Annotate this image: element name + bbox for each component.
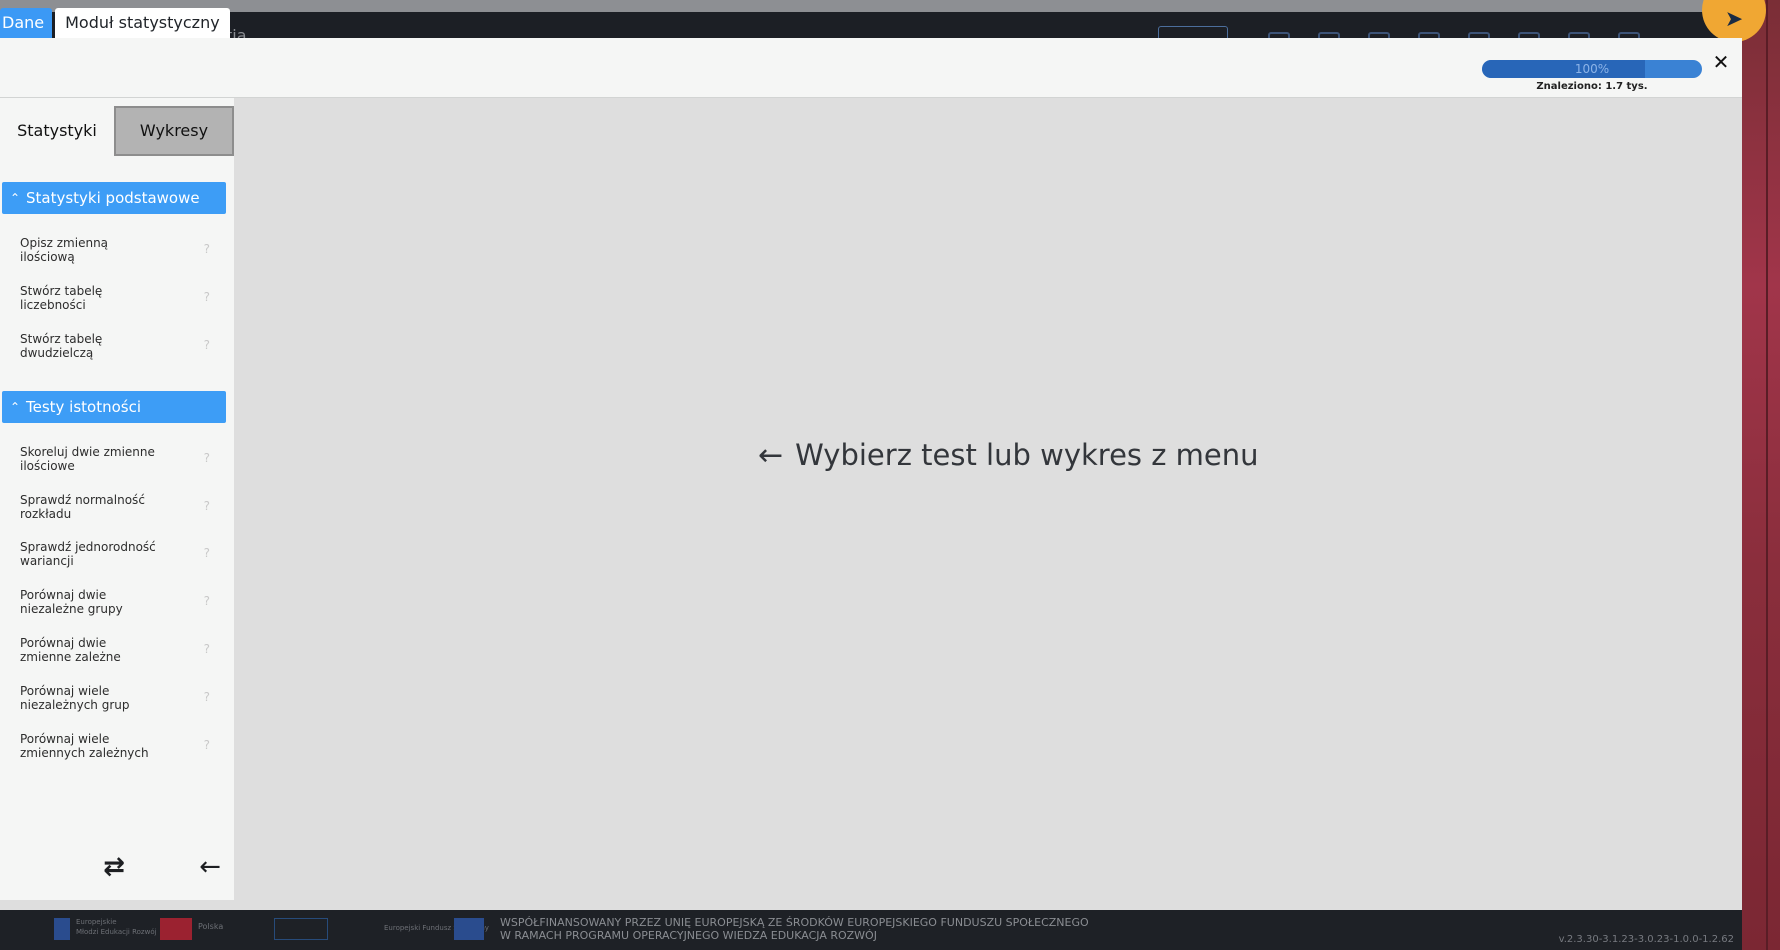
sidebar: Statystyki Wykresy ⌃ Statystyki podstawo…	[0, 98, 234, 900]
tab-statistics[interactable]: Statystyki	[0, 106, 114, 156]
chevron-up-icon: ⌃	[10, 400, 21, 414]
menu-item-many-independent-groups[interactable]: Porównaj wiele niezależnych grup ?	[20, 684, 220, 724]
section-basic-statistics[interactable]: ⌃ Statystyki podstawowe	[2, 182, 226, 214]
menu-item-label: Stwórz tabelę dwudzielczą	[20, 332, 103, 360]
main-content-area: ← Wybierz test lub wykres z menu	[234, 98, 1742, 900]
menu-item-label: Porównaj dwie niezależne grupy	[20, 588, 123, 616]
modal-header: 100% Znaleziono: 1.7 tys. ✕	[0, 38, 1742, 98]
sidebar-tabs: Statystyki Wykresy	[0, 106, 234, 156]
tab-dane[interactable]: Dane	[0, 8, 53, 38]
empty-state-message: ← Wybierz test lub wykres z menu	[758, 438, 1259, 473]
eu-logo-text: Młodzi Edukacji Rozwój	[76, 928, 157, 936]
desktop-wallpaper-edge	[1742, 0, 1780, 950]
menu-item-frequency-table[interactable]: Stwórz tabelę liczebności ?	[20, 284, 220, 324]
menu-item-two-independent-groups[interactable]: Porównaj dwie niezależne grupy ?	[20, 588, 220, 628]
swap-icon[interactable]: ⇄	[98, 852, 130, 882]
help-icon[interactable]: ?	[204, 451, 210, 465]
help-icon[interactable]: ?	[204, 642, 210, 656]
menu-item-label: Sprawdź normalność rozkładu	[20, 493, 145, 521]
poland-logo-text: Polska	[198, 922, 224, 931]
chevron-up-icon: ⌃	[10, 191, 21, 205]
progress-bar: 100%	[1482, 60, 1702, 78]
menu-item-label: Stwórz tabelę liczebności	[20, 284, 103, 312]
menu-item-two-dependent-variables[interactable]: Porównaj dwie zmienne zależne ?	[20, 636, 220, 676]
empty-state-text: Wybierz test lub wykres z menu	[795, 438, 1259, 472]
menu-item-normality[interactable]: Sprawdź normalność rozkładu ?	[20, 493, 220, 533]
poland-logo	[160, 918, 192, 940]
menu-item-label: Porównaj dwie zmienne zależne	[20, 636, 121, 664]
statistics-modal: 100% Znaleziono: 1.7 tys. ✕ Statystyki W…	[0, 38, 1742, 910]
close-button[interactable]: ✕	[1711, 52, 1731, 72]
menu-item-describe-quantitative[interactable]: Opisz zmienną ilościową ?	[20, 236, 220, 276]
eu-logo-text: Europejskie	[76, 918, 117, 926]
tab-statistics-module[interactable]: Moduł statystyczny	[55, 8, 230, 38]
help-icon[interactable]: ?	[204, 546, 210, 560]
menu-item-label: Skoreluj dwie zmienne ilościowe	[20, 445, 155, 473]
help-icon[interactable]: ?	[204, 690, 210, 704]
menu-item-crosstab[interactable]: Stwórz tabelę dwudzielczą ?	[20, 332, 220, 372]
help-icon[interactable]: ?	[204, 290, 210, 304]
help-icon[interactable]: ?	[204, 738, 210, 752]
arrow-left-icon: ←	[758, 438, 784, 473]
help-icon[interactable]: ?	[204, 594, 210, 608]
section-title: Statystyki podstawowe	[26, 189, 200, 207]
menu-item-label: Opisz zmienną ilościową	[20, 236, 109, 264]
help-icon[interactable]: ?	[204, 338, 210, 352]
background-top-bar	[0, 0, 1780, 12]
menu-item-homogeneity[interactable]: Sprawdź jednorodność wariancji ?	[20, 540, 220, 580]
menu-item-label: Sprawdź jednorodność wariancji	[20, 540, 156, 568]
found-count: Znaleziono: 1.7 tys.	[1536, 81, 1648, 92]
dialog-tabs: Dane Moduł statystyczny	[0, 8, 230, 38]
menu-item-correlate[interactable]: Skoreluj dwie zmienne ilościowe ?	[20, 445, 220, 485]
version-label: v.2.3.30-3.1.23-3.0.23-1.0.0-1.2.62	[1558, 934, 1734, 945]
section-title: Testy istotności	[26, 398, 142, 416]
menu-item-label: Porównaj wiele niezależnych grup	[20, 684, 130, 712]
efs-logo	[454, 918, 484, 940]
background-footer: Europejskie Młodzi Edukacji Rozwój Polsk…	[0, 910, 1742, 950]
progress-indicator: 100% Znaleziono: 1.7 tys.	[1482, 60, 1702, 92]
funds-logo	[274, 918, 328, 940]
help-icon[interactable]: ?	[204, 242, 210, 256]
menu-item-label: Porównaj wiele zmiennych zależnych	[20, 732, 149, 760]
eu-logo	[54, 918, 70, 940]
help-icon[interactable]: ?	[204, 499, 210, 513]
section-significance-tests[interactable]: ⌃ Testy istotności	[2, 391, 226, 423]
arrow-left-icon[interactable]: ←	[196, 852, 224, 882]
cofunding-notice: WSPÓŁFINANSOWANY PRZEZ UNIĘ EUROPEJSKĄ Z…	[500, 916, 1089, 942]
progress-label: 100%	[1574, 62, 1610, 76]
tab-charts[interactable]: Wykresy	[114, 106, 234, 156]
menu-item-many-dependent-variables[interactable]: Porównaj wiele zmiennych zależnych ?	[20, 732, 220, 772]
